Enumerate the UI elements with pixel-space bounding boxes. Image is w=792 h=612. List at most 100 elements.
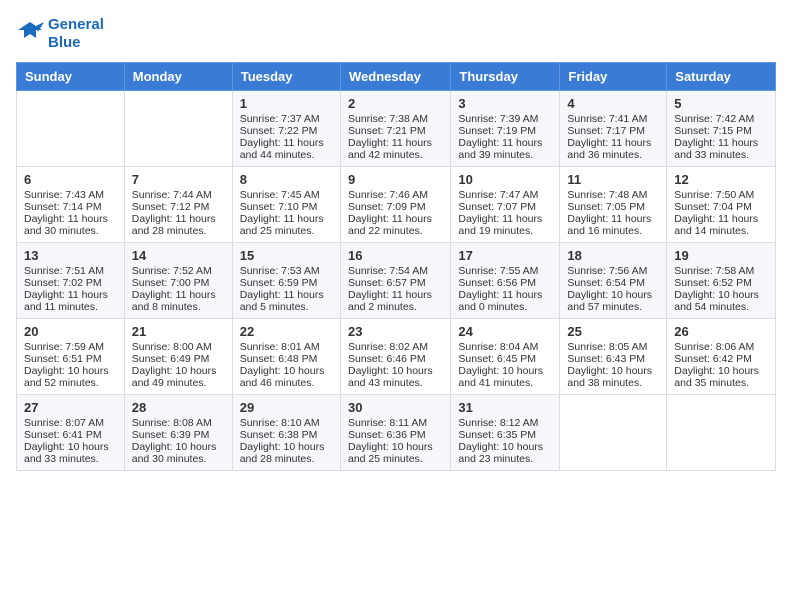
sunrise-text: Sunrise: 8:01 AM: [240, 341, 333, 353]
sunset-text: Sunset: 6:45 PM: [458, 353, 552, 365]
sunrise-text: Sunrise: 8:08 AM: [132, 417, 225, 429]
day-number: 18: [567, 248, 659, 263]
sunset-text: Sunset: 6:56 PM: [458, 277, 552, 289]
sunrise-text: Sunrise: 7:46 AM: [348, 189, 443, 201]
daylight-text: Daylight: 11 hours and 25 minutes.: [240, 213, 333, 237]
daylight-text: Daylight: 10 hours and 52 minutes.: [24, 365, 117, 389]
day-number: 15: [240, 248, 333, 263]
day-header-friday: Friday: [560, 63, 667, 91]
sunrise-text: Sunrise: 8:11 AM: [348, 417, 443, 429]
calendar-week-row: 1Sunrise: 7:37 AMSunset: 7:22 PMDaylight…: [17, 91, 776, 167]
sunrise-text: Sunrise: 7:38 AM: [348, 113, 443, 125]
daylight-text: Daylight: 10 hours and 41 minutes.: [458, 365, 552, 389]
daylight-text: Daylight: 10 hours and 43 minutes.: [348, 365, 443, 389]
sunrise-text: Sunrise: 7:43 AM: [24, 189, 117, 201]
calendar-cell: 22 Sunrise: 8:01 AMSunset: 6:48 PMDayligh…: [232, 319, 340, 395]
day-number: 6: [24, 172, 117, 187]
day-number: 14: [132, 248, 225, 263]
calendar-cell: 30Sunrise: 8:11 AMSunset: 6:36 PMDayligh…: [340, 395, 450, 471]
daylight-text: Daylight: 10 hours and 28 minutes.: [240, 441, 333, 465]
sunrise-text: Sunrise: 7:54 AM: [348, 265, 443, 277]
sunrise-text: Sunrise: 7:50 AM: [674, 189, 768, 201]
sunrise-text: Sunrise: 7:59 AM: [24, 341, 117, 353]
calendar-week-row: 20Sunrise: 7:59 AMSunset: 6:51 PMDayligh…: [17, 319, 776, 395]
daylight-text: Daylight: 10 hours and 46 minutes.: [240, 365, 333, 389]
calendar-week-row: 27Sunrise: 8:07 AMSunset: 6:41 PMDayligh…: [17, 395, 776, 471]
calendar-cell: 16Sunrise: 7:54 AMSunset: 6:57 PMDayligh…: [340, 243, 450, 319]
calendar-cell: 5Sunrise: 7:42 AMSunset: 7:15 PMDaylight…: [667, 91, 776, 167]
day-number: 22: [240, 324, 333, 339]
sunrise-text: Sunrise: 7:41 AM: [567, 113, 659, 125]
day-number: 10: [458, 172, 552, 187]
sunset-text: Sunset: 6:52 PM: [674, 277, 768, 289]
day-number: 12: [674, 172, 768, 187]
calendar-cell: [667, 395, 776, 471]
daylight-text: Daylight: 11 hours and 39 minutes.: [458, 137, 552, 161]
sunset-text: Sunset: 7:02 PM: [24, 277, 117, 289]
calendar-cell: 4Sunrise: 7:41 AMSunset: 7:17 PMDaylight…: [560, 91, 667, 167]
daylight-text: Daylight: 11 hours and 44 minutes.: [240, 137, 333, 161]
sunrise-text: Sunrise: 7:48 AM: [567, 189, 659, 201]
daylight-text: Daylight: 11 hours and 33 minutes.: [674, 137, 768, 161]
daylight-text: Daylight: 11 hours and 30 minutes.: [24, 213, 117, 237]
day-number: 13: [24, 248, 117, 263]
calendar-cell: 1 Sunrise: 7:37 AMSunset: 7:22 PMDaylight…: [232, 91, 340, 167]
calendar-cell: 6Sunrise: 7:43 AMSunset: 7:14 PMDaylight…: [17, 167, 125, 243]
daylight-text: Daylight: 11 hours and 16 minutes.: [567, 213, 659, 237]
calendar-cell: 13Sunrise: 7:51 AMSunset: 7:02 PMDayligh…: [17, 243, 125, 319]
sunset-text: Sunset: 6:59 PM: [240, 277, 333, 289]
sunrise-text: Sunrise: 7:37 AM: [240, 113, 333, 125]
sunset-text: Sunset: 6:57 PM: [348, 277, 443, 289]
day-number: 4: [567, 96, 659, 111]
daylight-text: Daylight: 11 hours and 36 minutes.: [567, 137, 659, 161]
calendar-week-row: 13Sunrise: 7:51 AMSunset: 7:02 PMDayligh…: [17, 243, 776, 319]
sunrise-text: Sunrise: 7:47 AM: [458, 189, 552, 201]
daylight-text: Daylight: 10 hours and 38 minutes.: [567, 365, 659, 389]
day-header-saturday: Saturday: [667, 63, 776, 91]
calendar-cell: 28Sunrise: 8:08 AMSunset: 6:39 PMDayligh…: [124, 395, 232, 471]
calendar-cell: 3Sunrise: 7:39 AMSunset: 7:19 PMDaylight…: [451, 91, 560, 167]
logo-icon: [16, 20, 44, 48]
sunrise-text: Sunrise: 8:04 AM: [458, 341, 552, 353]
day-header-tuesday: Tuesday: [232, 63, 340, 91]
day-number: 7: [132, 172, 225, 187]
day-number: 26: [674, 324, 768, 339]
calendar-table: SundayMondayTuesdayWednesdayThursdayFrid…: [16, 62, 776, 471]
daylight-text: Daylight: 10 hours and 30 minutes.: [132, 441, 225, 465]
calendar-cell: 19Sunrise: 7:58 AMSunset: 6:52 PMDayligh…: [667, 243, 776, 319]
day-number: 30: [348, 400, 443, 415]
calendar-cell: 12Sunrise: 7:50 AMSunset: 7:04 PMDayligh…: [667, 167, 776, 243]
calendar-cell: 14Sunrise: 7:52 AMSunset: 7:00 PMDayligh…: [124, 243, 232, 319]
sunrise-text: Sunrise: 7:42 AM: [674, 113, 768, 125]
sunset-text: Sunset: 7:19 PM: [458, 125, 552, 137]
daylight-text: Daylight: 11 hours and 0 minutes.: [458, 289, 552, 313]
day-number: 9: [348, 172, 443, 187]
daylight-text: Daylight: 10 hours and 33 minutes.: [24, 441, 117, 465]
day-number: 27: [24, 400, 117, 415]
sunrise-text: Sunrise: 7:44 AM: [132, 189, 225, 201]
logo: General Blue: [16, 16, 104, 52]
daylight-text: Daylight: 11 hours and 14 minutes.: [674, 213, 768, 237]
day-number: 21: [132, 324, 225, 339]
calendar-cell: 29Sunrise: 8:10 AMSunset: 6:38 PMDayligh…: [232, 395, 340, 471]
sunset-text: Sunset: 7:05 PM: [567, 201, 659, 213]
sunset-text: Sunset: 7:22 PM: [240, 125, 333, 137]
calendar-cell: 26Sunrise: 8:06 AMSunset: 6:42 PMDayligh…: [667, 319, 776, 395]
sunset-text: Sunset: 7:12 PM: [132, 201, 225, 213]
day-number: 3: [458, 96, 552, 111]
day-number: 17: [458, 248, 552, 263]
calendar-cell: 24Sunrise: 8:04 AMSunset: 6:45 PMDayligh…: [451, 319, 560, 395]
logo-text: General Blue: [48, 16, 104, 52]
calendar-cell: 23Sunrise: 8:02 AMSunset: 6:46 PMDayligh…: [340, 319, 450, 395]
sunrise-text: Sunrise: 7:52 AM: [132, 265, 225, 277]
calendar-cell: 8Sunrise: 7:45 AMSunset: 7:10 PMDaylight…: [232, 167, 340, 243]
sunset-text: Sunset: 6:48 PM: [240, 353, 333, 365]
day-number: 1: [240, 96, 333, 111]
day-header-sunday: Sunday: [17, 63, 125, 91]
sunset-text: Sunset: 7:09 PM: [348, 201, 443, 213]
sunrise-text: Sunrise: 7:56 AM: [567, 265, 659, 277]
daylight-text: Daylight: 11 hours and 2 minutes.: [348, 289, 443, 313]
daylight-text: Daylight: 11 hours and 19 minutes.: [458, 213, 552, 237]
daylight-text: Daylight: 11 hours and 42 minutes.: [348, 137, 443, 161]
sunset-text: Sunset: 6:38 PM: [240, 429, 333, 441]
